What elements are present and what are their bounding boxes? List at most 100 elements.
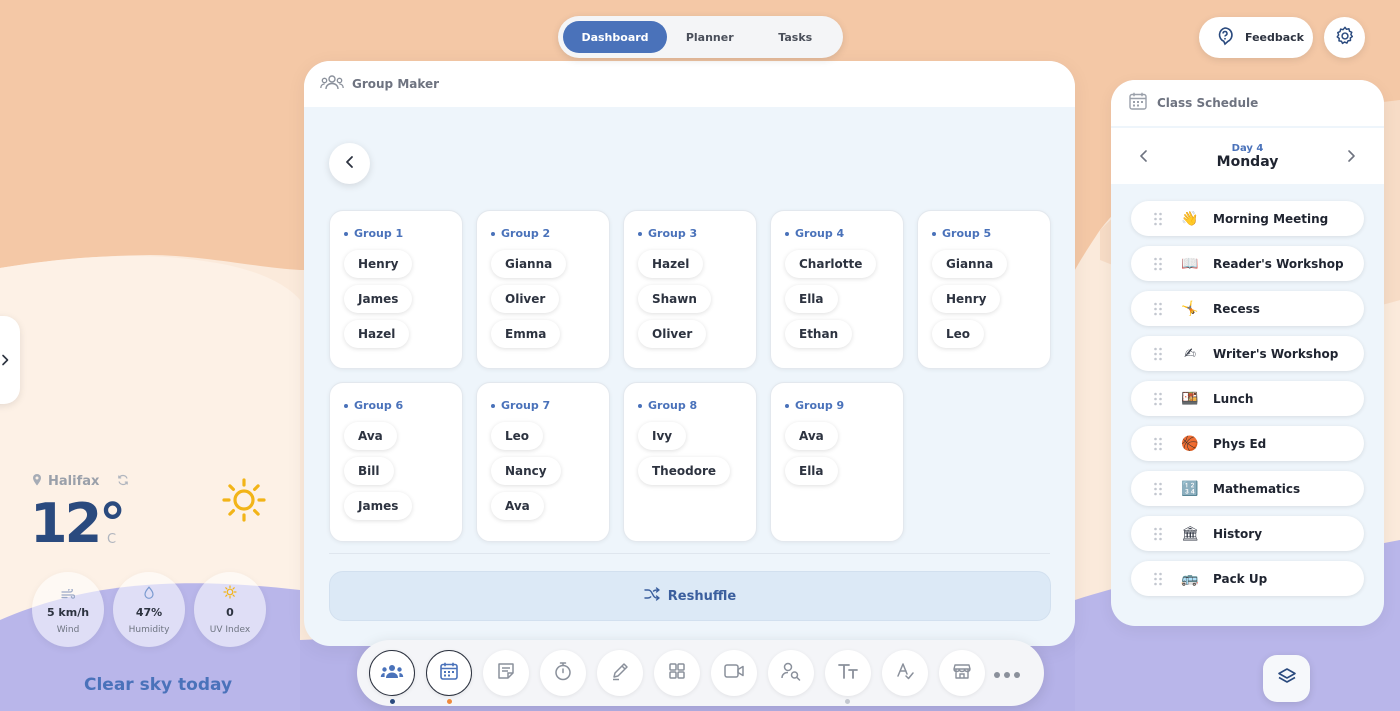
group-card: Group 4 Charlotte Ella Ethan [770, 210, 904, 369]
member-chip[interactable]: Ivy [638, 422, 687, 450]
shuffle-icon [644, 587, 660, 605]
dock-notes-button[interactable] [483, 650, 529, 696]
group-maker-card: Group Maker Group 1 Henry James Hazel Gr… [304, 61, 1075, 646]
dock-search-people-button[interactable] [768, 650, 814, 696]
tab-planner[interactable]: Planner [667, 21, 753, 53]
classical-building-icon: 🏛 [1181, 525, 1199, 542]
side-panel-toggle[interactable] [0, 316, 20, 404]
member-chip[interactable]: Ella [785, 285, 838, 313]
member-chip[interactable]: Nancy [491, 457, 561, 485]
draw-icon [610, 661, 630, 685]
dock-spelling-button[interactable] [882, 650, 928, 696]
uv-index-stat: 0 UV Index [194, 572, 266, 647]
spelling-icon [895, 661, 915, 685]
member-chip[interactable]: Gianna [932, 250, 1008, 278]
drag-handle-icon[interactable] [1153, 212, 1163, 226]
day-number: Day 4 [1231, 142, 1264, 154]
member-chip[interactable]: Hazel [638, 250, 704, 278]
schedule-item[interactable]: 🏛 History [1131, 516, 1364, 551]
member-chip[interactable]: Oliver [638, 320, 707, 348]
chevron-right-icon[interactable] [1346, 148, 1356, 167]
member-chip[interactable]: James [344, 492, 413, 520]
reshuffle-button[interactable]: Reshuffle [329, 571, 1051, 621]
member-chip[interactable]: Ethan [785, 320, 853, 348]
schedule-item[interactable]: ✍ Writer's Workshop [1131, 336, 1364, 371]
member-chip[interactable]: Shawn [638, 285, 711, 313]
tab-tasks[interactable]: Tasks [753, 21, 839, 53]
member-chip[interactable]: Henry [344, 250, 413, 278]
schedule-item[interactable]: 🏀 Phys Ed [1131, 426, 1364, 461]
temperature-unit: C [107, 532, 117, 547]
feedback-button[interactable]: Feedback [1199, 17, 1313, 58]
schedule-item[interactable]: 👋 Morning Meeting [1131, 201, 1364, 236]
member-chip[interactable]: Theodore [638, 457, 731, 485]
member-chip[interactable]: Ava [491, 492, 544, 520]
drag-handle-icon[interactable] [1153, 392, 1163, 406]
member-chip[interactable]: James [344, 285, 413, 313]
drag-handle-icon[interactable] [1153, 482, 1163, 496]
wind-value: 5 km/h [46, 606, 90, 619]
schedule-item[interactable]: 🔢 Mathematics [1131, 471, 1364, 506]
chevron-left-icon[interactable] [1139, 148, 1149, 167]
group-title: Group 3 [638, 227, 742, 240]
top-tab-bar: Dashboard Planner Tasks [558, 16, 843, 58]
schedule-list: 👋 Morning Meeting 📖 Reader's Workshop 🤸 … [1111, 184, 1384, 596]
member-chip[interactable]: Emma [491, 320, 561, 348]
dock-video-button[interactable] [711, 650, 757, 696]
weather-summary: Clear sky today [84, 675, 233, 695]
settings-button[interactable] [1324, 17, 1365, 58]
member-chip[interactable]: Bill [344, 457, 394, 485]
member-chip[interactable]: Ava [785, 422, 838, 450]
video-icon [723, 662, 745, 684]
schedule-item[interactable]: 📖 Reader's Workshop [1131, 246, 1364, 281]
member-chip[interactable]: Henry [932, 285, 1001, 313]
basketball-icon: 🏀 [1181, 435, 1199, 452]
schedule-item[interactable]: 🤸 Recess [1131, 291, 1364, 326]
bottom-dock [357, 640, 1044, 706]
drag-handle-icon[interactable] [1153, 572, 1163, 586]
schedule-item[interactable]: 🚌 Pack Up [1131, 561, 1364, 596]
drag-handle-icon[interactable] [1153, 527, 1163, 541]
calendar-icon [1128, 91, 1148, 115]
dock-group-maker-button[interactable] [369, 650, 415, 696]
drag-handle-icon[interactable] [1153, 302, 1163, 316]
dock-draw-button[interactable] [597, 650, 643, 696]
group-card: Group 9 Ava Ella [770, 382, 904, 542]
member-chip[interactable]: Charlotte [785, 250, 877, 278]
text-icon [837, 662, 859, 684]
drag-handle-icon[interactable] [1153, 347, 1163, 361]
schedule-item-label: Reader's Workshop [1213, 256, 1344, 271]
member-chip[interactable]: Ava [344, 422, 397, 450]
dock-text-button[interactable] [825, 650, 871, 696]
member-chip[interactable]: Leo [932, 320, 985, 348]
member-chip[interactable]: Gianna [491, 250, 567, 278]
group-maker-icon [380, 663, 404, 683]
back-button[interactable] [329, 143, 370, 184]
group-card: Group 6 Ava Bill James [329, 382, 463, 542]
member-chip[interactable]: Ella [785, 457, 838, 485]
dock-more-button[interactable] [984, 650, 1030, 696]
dock-store-button[interactable] [939, 650, 985, 696]
people-icon [320, 74, 344, 94]
member-chip[interactable]: Oliver [491, 285, 560, 313]
chevron-right-icon [1, 351, 9, 370]
layers-button[interactable] [1263, 655, 1310, 702]
group-title: Group 5 [932, 227, 1036, 240]
droplet-icon [143, 584, 155, 603]
schedule-item-label: Pack Up [1213, 571, 1268, 586]
drag-handle-icon[interactable] [1153, 257, 1163, 271]
lunch-box-icon: 🍱 [1181, 390, 1199, 407]
active-indicator [390, 699, 395, 704]
tab-dashboard[interactable]: Dashboard [563, 21, 667, 53]
group-title: Group 2 [491, 227, 595, 240]
schedule-item[interactable]: 🍱 Lunch [1131, 381, 1364, 416]
day-selector: Day 4 Monday [1111, 128, 1384, 184]
dock-grid-button[interactable] [654, 650, 700, 696]
drag-handle-icon[interactable] [1153, 437, 1163, 451]
member-chip[interactable]: Leo [491, 422, 544, 450]
refresh-icon[interactable] [117, 474, 129, 490]
dock-calendar-button[interactable] [426, 650, 472, 696]
dock-timer-button[interactable] [540, 650, 586, 696]
schedule-title: Class Schedule [1157, 96, 1259, 110]
member-chip[interactable]: Hazel [344, 320, 410, 348]
